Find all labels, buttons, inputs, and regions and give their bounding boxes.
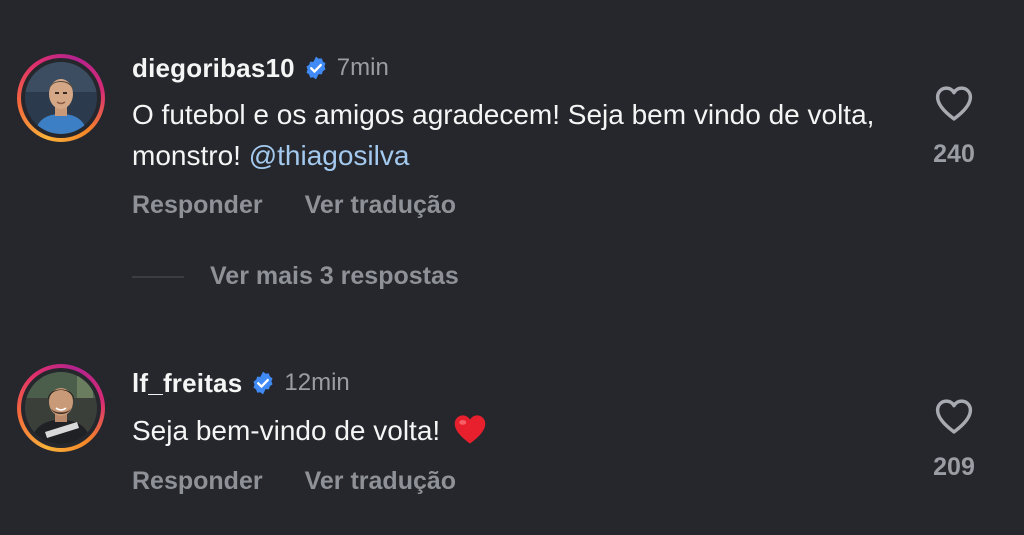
verified-badge-icon — [306, 56, 326, 80]
profile-photo — [25, 372, 97, 444]
comment-text: O futebol e os amigos agradecem! Seja be… — [132, 94, 902, 176]
comment-header: diegoribas10 7min — [132, 50, 389, 86]
comment-actions: Responder Ver tradução — [132, 191, 498, 220]
translate-button[interactable]: Ver tradução — [305, 467, 456, 496]
comment-actions: Responder Ver tradução — [132, 467, 498, 496]
comment-header: lf_freitas 12min — [132, 365, 350, 401]
red-heart-emoji-icon — [454, 415, 486, 444]
translate-button[interactable]: Ver tradução — [305, 191, 456, 220]
comment-text: Seja bem-vindo de volta! — [132, 410, 902, 451]
view-more-replies[interactable]: Ver mais 3 respostas — [132, 262, 459, 291]
verified-badge-icon — [253, 371, 273, 395]
view-replies-label[interactable]: Ver mais 3 respostas — [210, 262, 459, 291]
like-count: 209 — [933, 453, 975, 481]
username[interactable]: lf_freitas — [132, 368, 242, 399]
like-count: 240 — [933, 140, 975, 168]
comment-body: O futebol e os amigos agradecem! Seja be… — [132, 99, 875, 171]
like-section: 240 — [920, 84, 988, 169]
username[interactable]: diegoribas10 — [132, 53, 295, 84]
avatar[interactable] — [17, 54, 105, 142]
replies-divider — [132, 275, 184, 278]
heart-outline-icon[interactable] — [933, 84, 975, 122]
avatar[interactable] — [17, 364, 105, 452]
comment-time: 7min — [336, 54, 389, 81]
heart-outline-icon[interactable] — [933, 397, 975, 435]
reply-button[interactable]: Responder — [132, 191, 263, 220]
comment-time: 12min — [284, 369, 350, 396]
comment-body: Seja bem-vindo de volta! — [132, 415, 448, 446]
like-section: 209 — [920, 397, 988, 482]
reply-button[interactable]: Responder — [132, 467, 263, 496]
profile-photo — [25, 62, 97, 134]
mention-link[interactable]: @thiagosilva — [249, 140, 410, 171]
